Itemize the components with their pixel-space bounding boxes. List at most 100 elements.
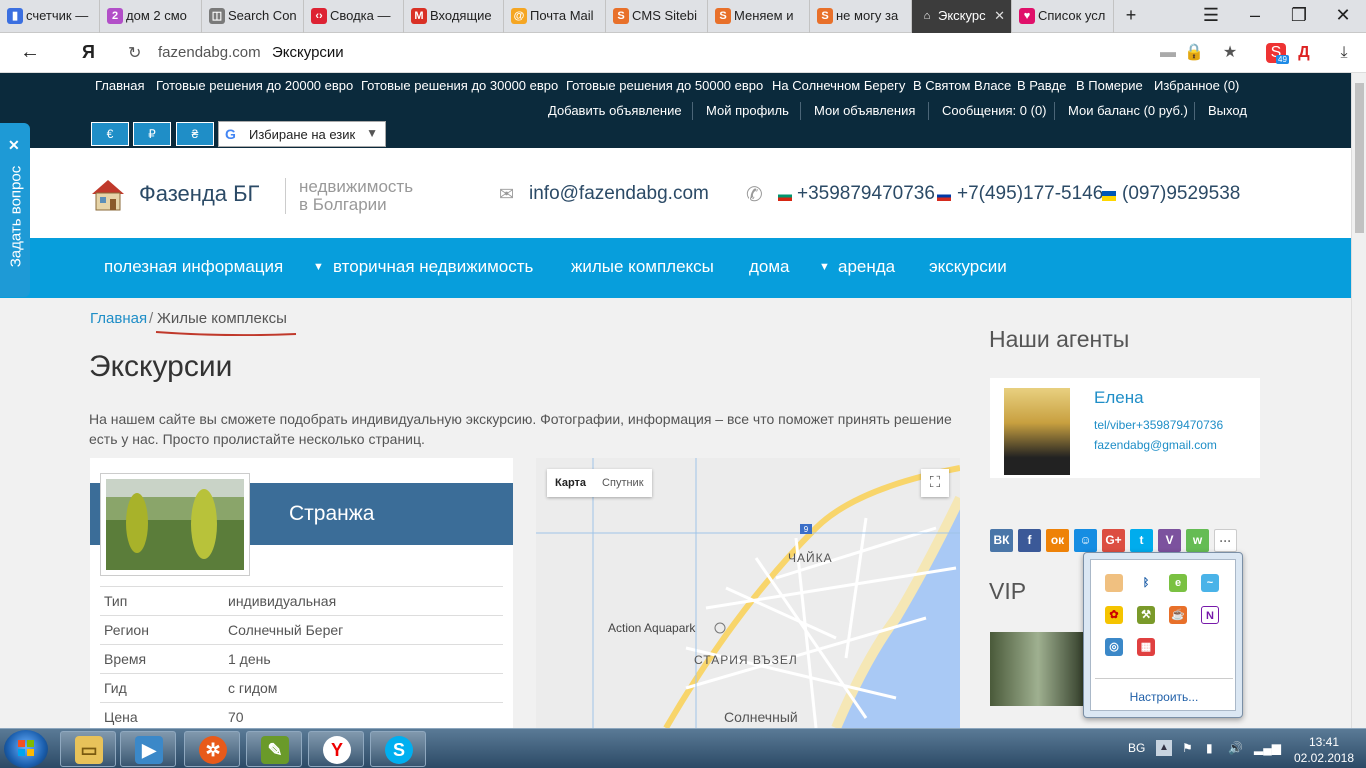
volume-icon[interactable]: 🔊: [1228, 741, 1243, 755]
input-language[interactable]: BG: [1128, 741, 1145, 755]
extension-d-icon[interactable]: Д: [1294, 43, 1314, 63]
header-email[interactable]: info@fazendabg.com: [529, 183, 709, 205]
tray-configure-link[interactable]: Настроить...: [1091, 690, 1237, 704]
tray-flower-icon[interactable]: ✿: [1105, 606, 1123, 624]
tab-5[interactable]: M Входящие: [404, 0, 504, 33]
topnav-link-20000[interactable]: Готовые решения до 20000 евро: [156, 78, 353, 93]
odnoklassniki-icon[interactable]: ок: [1046, 529, 1069, 552]
nav-secondary-property[interactable]: вторичная недвижимость: [333, 257, 533, 277]
restore-icon[interactable]: ❐: [1284, 5, 1314, 26]
nav-houses[interactable]: дома: [749, 257, 790, 277]
breadcrumb-current[interactable]: Жилые комплексы: [157, 310, 287, 327]
minimize-icon[interactable]: –: [1240, 5, 1270, 26]
card-title[interactable]: Странжа: [289, 502, 374, 526]
new-tab-plus-icon[interactable]: +: [1116, 5, 1146, 26]
close-window-icon[interactable]: ✕: [1328, 5, 1358, 26]
currency-uah-button[interactable]: ₴: [176, 122, 214, 146]
yandex-logo[interactable]: Я: [82, 42, 95, 63]
phone-ru[interactable]: +7(495)177-5146: [957, 183, 1103, 205]
close-icon[interactable]: ✕: [8, 137, 20, 154]
agent-email[interactable]: fazendabg@gmail.com: [1094, 438, 1217, 452]
download-icon[interactable]: ⤓: [1334, 43, 1354, 63]
excursion-photo[interactable]: [100, 473, 250, 576]
topnav-link-ravda[interactable]: В Равде: [1017, 78, 1066, 93]
brand-name[interactable]: Фазенда БГ: [139, 181, 259, 207]
map-type-map-button[interactable]: Карта: [547, 469, 594, 489]
tab-6[interactable]: @ Почта Mail: [504, 0, 606, 33]
phone-bg[interactable]: +359879470736: [797, 183, 935, 205]
tray-tool-icon[interactable]: ⚒: [1137, 606, 1155, 624]
tray-app-icon[interactable]: [1105, 574, 1123, 592]
tab-4[interactable]: ‹› Сводка —: [304, 0, 404, 33]
facebook-icon[interactable]: f: [1018, 529, 1041, 552]
page-scrollbar[interactable]: [1351, 73, 1366, 728]
tab-close-icon[interactable]: ✕: [994, 8, 1005, 24]
phone-ua[interactable]: (097)9529538: [1122, 183, 1240, 205]
taskbar-explorer[interactable]: ▭: [60, 731, 116, 767]
star-bookmark-icon[interactable]: ★: [1220, 43, 1240, 63]
system-clock[interactable]: 13:41 02.02.2018: [1284, 734, 1364, 766]
google-map[interactable]: 9 ЧАЙКА Action Aquapark СТАРИЯ ВЪЗЕЛ Сол…: [536, 458, 960, 728]
comment-icon[interactable]: ▬: [1158, 43, 1178, 63]
tray-network-icon[interactable]: ◎: [1105, 638, 1123, 656]
map-type-satellite-button[interactable]: Спутник: [594, 469, 651, 489]
taskbar-skype[interactable]: S: [370, 731, 426, 767]
tab-8[interactable]: S Меняем и: [708, 0, 810, 33]
url-page-title[interactable]: Экскурсии: [272, 44, 344, 61]
topnav-my-profile[interactable]: Мой профиль: [706, 103, 789, 118]
nav-useful-info[interactable]: полезная информация: [104, 257, 283, 277]
reload-icon[interactable]: ↻: [128, 43, 141, 63]
viber-icon[interactable]: V: [1158, 529, 1181, 552]
house-logo-icon[interactable]: [90, 178, 126, 212]
topnav-link-sunny-beach[interactable]: На Солнечном Берегу: [772, 78, 905, 93]
back-arrow-icon[interactable]: ←: [20, 41, 40, 64]
map-label-aquapark[interactable]: Action Aquapark: [608, 621, 696, 635]
twitter-icon[interactable]: t: [1130, 529, 1153, 552]
tab-active[interactable]: ⌂ Экскурс ✕: [912, 0, 1012, 33]
nav-residential-complexes[interactable]: жилые комплексы: [571, 257, 714, 277]
tab-7[interactable]: S CMS Sitebi: [606, 0, 708, 33]
topnav-link-sveti-vlas[interactable]: В Святом Власе: [913, 78, 1011, 93]
language-select[interactable]: G Избиране на език ▼: [218, 121, 386, 147]
topnav-add-listing[interactable]: Добавить объявление: [548, 103, 682, 118]
tray-colors-icon[interactable]: ▦: [1137, 638, 1155, 656]
start-button[interactable]: [4, 730, 48, 768]
tab-3[interactable]: ◫ Search Con: [202, 0, 304, 33]
fullscreen-icon[interactable]: ⛶: [921, 469, 949, 497]
tab-9[interactable]: Sне могу за: [810, 0, 912, 33]
url-host[interactable]: fazendabg.com: [158, 44, 261, 61]
scrollbar-thumb[interactable]: [1355, 83, 1364, 233]
bluetooth-icon[interactable]: ᛒ: [1137, 574, 1155, 592]
topnav-link-30000[interactable]: Готовые решения до 30000 евро: [361, 78, 558, 93]
currency-rub-button[interactable]: ₽: [133, 122, 171, 146]
whatsapp-icon[interactable]: w: [1186, 529, 1209, 552]
breadcrumb-home[interactable]: Главная: [90, 310, 147, 327]
menu-icon[interactable]: ☰: [1196, 5, 1226, 26]
java-icon[interactable]: ☕: [1169, 606, 1187, 624]
moimir-icon[interactable]: ☺: [1074, 529, 1097, 552]
agent-photo[interactable]: [1004, 388, 1070, 475]
currency-eur-button[interactable]: €: [91, 122, 129, 146]
vk-icon[interactable]: ВК: [990, 529, 1013, 552]
topnav-logout[interactable]: Выход: [1208, 103, 1247, 118]
map-poi-icon[interactable]: [714, 622, 726, 634]
agent-name[interactable]: Елена: [1094, 388, 1144, 408]
evernote-icon[interactable]: e: [1169, 574, 1187, 592]
google-plus-icon[interactable]: G+: [1102, 529, 1125, 552]
taskbar-reel[interactable]: ✲: [184, 731, 240, 767]
power-icon[interactable]: ▮: [1206, 741, 1213, 755]
topnav-balance[interactable]: Мои баланс (0 руб.): [1068, 103, 1188, 118]
tab-1[interactable]: ▮ счетчик —: [0, 0, 100, 33]
show-hidden-icons-icon[interactable]: ▲: [1156, 740, 1172, 756]
nav-excursions[interactable]: экскурсии: [929, 257, 1007, 277]
topnav-link-home[interactable]: Главная: [95, 78, 144, 93]
vip-listing-image[interactable]: [990, 632, 1086, 706]
more-share-icon[interactable]: ···: [1214, 529, 1237, 552]
lock-icon[interactable]: 🔒: [1184, 43, 1204, 63]
topnav-my-listings[interactable]: Мои объявления: [814, 103, 915, 118]
network-signal-icon[interactable]: ▂▄▆: [1254, 741, 1281, 755]
ask-question-button[interactable]: ✕ Задать вопрос: [0, 123, 30, 297]
action-center-flag-icon[interactable]: ⚑: [1182, 741, 1193, 755]
map-canvas[interactable]: 9 ЧАЙКА Action Aquapark СТАРИЯ ВЪЗЕЛ Сол…: [536, 458, 960, 728]
onenote-icon[interactable]: N: [1201, 606, 1219, 624]
